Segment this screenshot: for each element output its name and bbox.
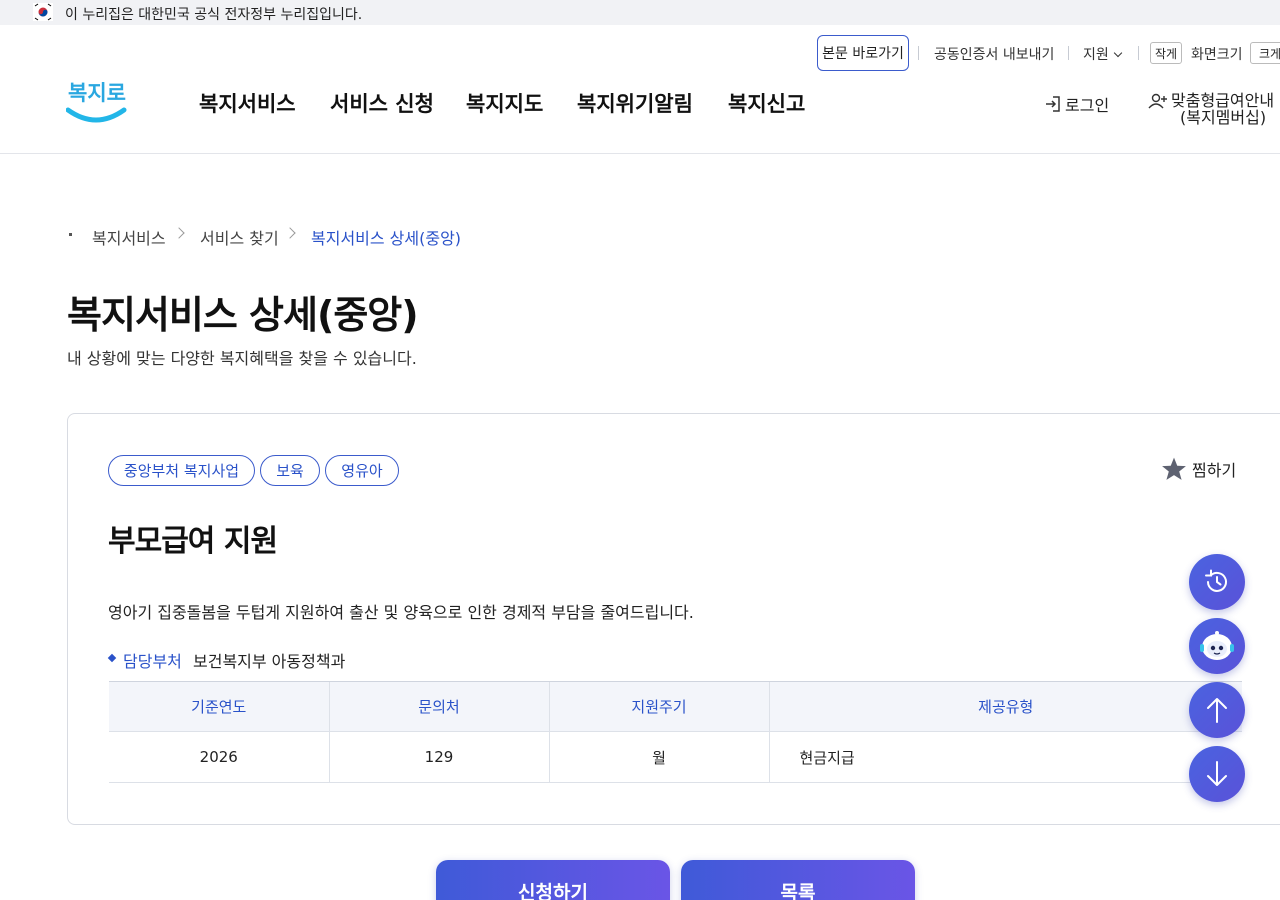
login-label: 로그인 xyxy=(1065,96,1110,115)
divider xyxy=(1068,46,1069,60)
zoom-out-button[interactable]: 작게 xyxy=(1150,42,1182,64)
divider xyxy=(918,46,919,60)
dept-value: 보건복지부 아동정책과 xyxy=(193,652,346,671)
zoom-in-button[interactable]: 크게 xyxy=(1250,42,1280,64)
service-title: 부모급여 지원 xyxy=(108,524,278,559)
recent-history-button[interactable] xyxy=(1189,554,1245,610)
table-cell: 129 xyxy=(328,731,549,783)
star-icon xyxy=(1162,457,1186,480)
gov-banner-text: 이 누리집은 대한민국 공식 전자정부 누리집입니다. xyxy=(65,7,363,23)
table-header: 지원주기 xyxy=(548,681,769,732)
page-title: 복지서비스 상세(중앙) xyxy=(67,293,419,337)
breadcrumb-home-dot xyxy=(69,233,72,236)
table-cell: 2026 xyxy=(109,731,329,783)
login-icon xyxy=(1046,96,1060,112)
favorite-label: 찜하기 xyxy=(1192,461,1237,480)
table-header: 문의처 xyxy=(328,681,549,732)
skip-to-content-button[interactable]: 본문 바로가기 xyxy=(817,35,909,71)
login-button[interactable]: 로그인 xyxy=(1044,92,1109,116)
list-button[interactable]: 목록 xyxy=(681,860,915,900)
gnb-crisis-alert[interactable]: 복지위기알림 xyxy=(577,88,693,118)
logo-text: 복지로 xyxy=(68,81,126,105)
bokjiro-logo[interactable]: 복지로 xyxy=(66,74,128,126)
gov-banner: 이 누리집은 대한민국 공식 전자정부 누리집입니다. xyxy=(0,0,1280,25)
gnb-welfare-services[interactable]: 복지서비스 xyxy=(199,88,296,118)
history-icon xyxy=(1205,569,1227,592)
zoom-label: 화면크기 xyxy=(1191,47,1243,63)
breadcrumb-item-current: 복지서비스 상세(중앙) xyxy=(311,229,462,248)
service-info-table: 기준연도 문의처 지원주기 제공유형 2026 129 월 현금지급 xyxy=(109,681,1242,783)
table-cell: 월 xyxy=(548,731,769,783)
apply-button[interactable]: 신청하기 xyxy=(436,860,670,900)
arrow-up-icon xyxy=(1207,698,1227,723)
user-add-icon xyxy=(1148,93,1167,109)
support-label: 지원 xyxy=(1083,47,1109,63)
chevron-down-icon xyxy=(1113,48,1123,58)
korea-flag-icon xyxy=(33,3,53,21)
chatbot-button[interactable] xyxy=(1189,618,1245,674)
service-description: 영아기 집중돌봄을 두텁게 지원하여 출산 및 양육으로 인한 경제적 부담을 … xyxy=(108,603,694,622)
scroll-bottom-button[interactable] xyxy=(1189,746,1245,802)
chevron-right-icon xyxy=(173,227,185,239)
page-subtitle: 내 상황에 맞는 다양한 복지혜택을 찾을 수 있습니다. xyxy=(67,349,417,368)
membership-label-2: (복지멤버십) xyxy=(1180,108,1267,127)
divider xyxy=(1138,46,1139,60)
table-header: 제공유형 xyxy=(768,681,1242,732)
scroll-top-button[interactable] xyxy=(1189,682,1245,738)
cert-export-link[interactable]: 공동인증서 내보내기 xyxy=(934,44,1054,64)
support-dropdown[interactable]: 지원 xyxy=(1083,44,1123,64)
breadcrumb-item-service-search[interactable]: 서비스 찾기 xyxy=(200,225,279,249)
breadcrumb-item-welfare-services[interactable]: 복지서비스 xyxy=(92,225,166,249)
gnb-service-apply[interactable]: 서비스 신청 xyxy=(330,88,434,118)
arrow-down-icon xyxy=(1207,761,1227,786)
chatbot-icon xyxy=(1200,631,1234,660)
gnb-welfare-map[interactable]: 복지지도 xyxy=(466,88,543,118)
table-header-row: 기준연도 문의처 지원주기 제공유형 xyxy=(109,681,1242,732)
gnb-welfare-report[interactable]: 복지신고 xyxy=(728,88,805,118)
favorite-button[interactable]: 찜하기 xyxy=(1160,456,1236,482)
dept-label: 담당부처 xyxy=(123,652,182,671)
tag-central-ministry[interactable]: 중앙부처 복지사업 xyxy=(108,455,255,486)
tag-infant[interactable]: 영유아 xyxy=(325,455,399,486)
header-divider xyxy=(0,153,1280,154)
chevron-right-icon xyxy=(284,227,296,239)
membership-button[interactable]: 맞춤형급여안내 (복지멤버십) xyxy=(1148,92,1274,126)
table-cell: 현금지급 xyxy=(768,731,1242,783)
table-header: 기준연도 xyxy=(109,681,329,732)
table-row: 2026 129 월 현금지급 xyxy=(109,731,1242,783)
tag-childcare[interactable]: 보육 xyxy=(260,455,320,486)
